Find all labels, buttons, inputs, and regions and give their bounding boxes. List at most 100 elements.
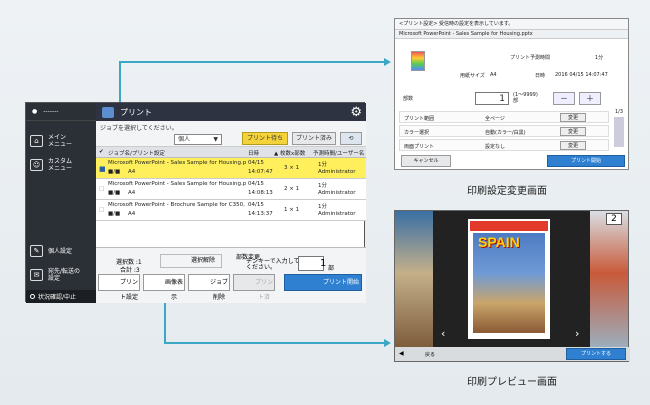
delete-job-button[interactable]: ジョブ削除 [188, 274, 230, 301]
cancel-button[interactable]: キャンセル [401, 155, 451, 167]
preview-page: SPAIN [468, 219, 550, 339]
owner-select-value: 個人 [178, 136, 191, 143]
printer-icon [102, 106, 114, 118]
print-settings-label: プリント設定 [119, 279, 138, 301]
user-name: ------- [43, 108, 59, 115]
waiting-jobs-label: プリント待ち [246, 135, 283, 142]
refresh-icon: ⟲ [348, 135, 354, 142]
page-title: プリント [120, 107, 152, 117]
filter-bar: ジョブを選択してください。 個人 ▼ プリント待ち プリント済み ⟲ [96, 121, 366, 147]
chevron-left-icon[interactable]: ‹ [441, 327, 445, 340]
job-time: 14:13:37 [248, 211, 273, 217]
print-button[interactable]: プリントする [566, 348, 626, 360]
settings-row[interactable]: 両面プリント 設定なし 変更 [399, 139, 609, 151]
next-page-thumbnail[interactable] [590, 211, 628, 349]
settings-print-start-button[interactable]: プリント開始 [547, 155, 625, 167]
color-settings-icon: ■/■ [108, 190, 121, 196]
copies-field[interactable]: 1 [298, 256, 326, 271]
row-check-icon[interactable]: □ [99, 186, 104, 192]
column-header: 予測時間/ユーザー名 [313, 151, 365, 157]
job-est: 1分 [318, 162, 327, 168]
page-badge: 2 [606, 213, 622, 225]
row-check-icon[interactable]: ■ [99, 165, 106, 173]
check-icon[interactable]: ✔ [99, 149, 104, 155]
job-time: 14:08:13 [248, 190, 273, 196]
delete-job-label: ジョブ削除 [209, 279, 228, 301]
column-header: 日時 [248, 151, 260, 157]
sidebar-item-custom-menu[interactable]: ☺ カスタム メニュー [26, 153, 96, 177]
deselect-button[interactable]: 選択解除 [160, 254, 222, 268]
job-date: 04/15 [248, 181, 264, 187]
back-icon: ◀ [399, 350, 404, 357]
chevron-right-icon[interactable]: › [575, 327, 579, 340]
job-date: 04/15 [248, 202, 264, 208]
print-settings-button[interactable]: プリント設定 [98, 274, 140, 301]
table-row[interactable]: □ Microsoft PowerPoint - Sales Sample fo… [96, 179, 366, 200]
settings-row-value: 設定なし [485, 144, 506, 150]
est-value: 1分 [595, 55, 604, 61]
column-header[interactable]: ▲ 枚数x部数 [274, 149, 305, 157]
settings-row[interactable]: プリント範囲 全ページ 変更 [399, 111, 609, 123]
settings-row-label: プリント範囲 [404, 116, 435, 122]
job-qty: 3 × 1 [284, 165, 300, 171]
job-name: Microsoft PowerPoint - Sales Sample for … [108, 160, 246, 166]
color-settings-icon: ■/■ [108, 211, 121, 217]
change-button[interactable]: 変更 [560, 113, 586, 122]
settings-row[interactable]: カラー選択 自動(カラー/白黒) 変更 [399, 125, 609, 137]
title-bar: プリント ⚙ [96, 103, 366, 121]
settings-doc-name: Microsoft PowerPoint - Sales Sample for … [395, 30, 628, 39]
preview-button[interactable]: 画像表示 [143, 274, 185, 301]
prev-page-thumbnail[interactable] [395, 211, 433, 349]
arrow-head-icon [384, 339, 391, 347]
sidebar-item-personal-settings[interactable]: ✎ 個人設定 [26, 240, 96, 262]
settings-row-label: カラー選択 [404, 130, 430, 136]
user-bar[interactable]: ● ------- [26, 103, 96, 121]
settings-copies-field[interactable]: 1 [475, 92, 509, 105]
sidebar-item-address-settings[interactable]: ✉ 宛先/転送の 設定 [26, 263, 96, 287]
print-done-label: プリント済 [254, 279, 273, 301]
print-preview-screen: SPAIN ‹ › 2 ◀ 戻る プリントする [394, 210, 630, 362]
owner-select[interactable]: 個人 ▼ [174, 134, 222, 145]
status-check-button[interactable]: 状況確認/中止 [26, 290, 96, 303]
deselect-label: 選択解除 [191, 257, 216, 264]
address-icon: ✉ [30, 269, 43, 281]
settings-header: <プリント設定> 受信時の設定を表示しています。 [395, 19, 628, 30]
refresh-button[interactable]: ⟲ [340, 132, 362, 145]
minus-icon: － [560, 94, 568, 103]
change-button[interactable]: 変更 [560, 141, 586, 150]
sidebar-item-label: メイン メニュー [48, 134, 73, 148]
settings-row-value: 全ページ [485, 116, 505, 122]
connector-line [119, 61, 385, 63]
status-icon [30, 294, 35, 299]
job-user: Administrator [318, 169, 356, 175]
table-row[interactable]: ■ Microsoft PowerPoint - Sales Sample fo… [96, 158, 366, 179]
change-button[interactable]: 変更 [560, 127, 586, 136]
sidebar-item-label: 宛先/転送の 設定 [48, 268, 81, 282]
print-done-button[interactable]: プリント済 [233, 274, 275, 301]
scrollbar[interactable] [614, 117, 624, 147]
settings-copies-value: 1 [499, 94, 505, 104]
est-label: プリント予測時間 [510, 55, 551, 61]
waiting-jobs-tab[interactable]: プリント待ち [242, 132, 288, 145]
job-est: 1分 [318, 183, 327, 189]
job-name: Microsoft PowerPoint - Sales Sample for … [108, 181, 246, 187]
paper-size: A4 [128, 211, 136, 217]
canvas: ● ------- ⌂ メイン メニュー ☺ カスタム メニュー ✎ 個人設定 … [0, 0, 650, 405]
print-start-button[interactable]: プリント開始 [284, 274, 362, 291]
gear-icon[interactable]: ⚙ [350, 105, 362, 120]
chevron-down-icon: ▼ [213, 136, 218, 143]
sidebar-item-main-menu[interactable]: ⌂ メイン メニュー [26, 129, 96, 153]
action-area: 選択数 :1 合計 :3 選択解除 部数変更 テンキーで入力して ください。 1… [96, 247, 366, 303]
user-icon: ● [32, 108, 38, 115]
print-start-label: プリント開始 [323, 279, 360, 286]
plus-button[interactable]: ＋ [579, 92, 601, 105]
copies-unit: 部 [328, 265, 335, 272]
printed-jobs-tab[interactable]: プリント済み [292, 132, 336, 145]
table-row[interactable]: □ Microsoft PowerPoint - Brochure Sample… [96, 200, 366, 221]
print-button-label: プリントする [580, 351, 611, 357]
back-button[interactable]: 戻る [425, 351, 435, 358]
plus-icon: ＋ [586, 94, 594, 103]
row-check-icon[interactable]: □ [99, 207, 104, 213]
minus-button[interactable]: － [553, 92, 575, 105]
paper-size: A4 [128, 190, 136, 196]
